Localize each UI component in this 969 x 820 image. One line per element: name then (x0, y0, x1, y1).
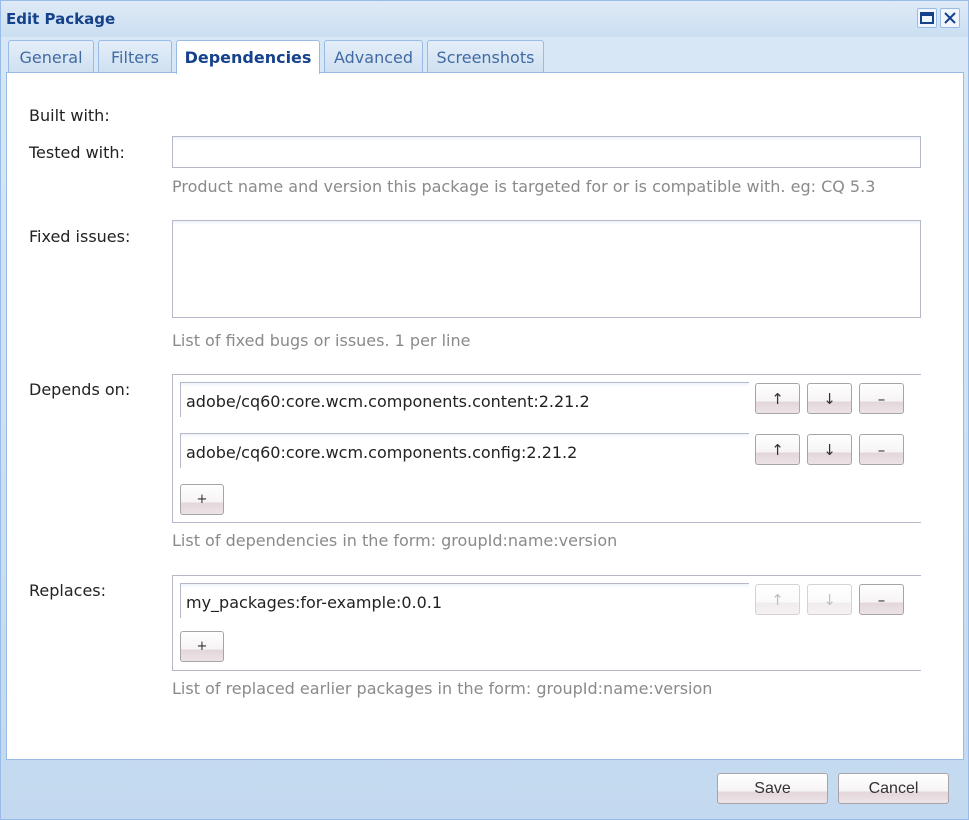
tested-with-input[interactable] (172, 136, 921, 168)
cancel-button[interactable]: Cancel (838, 773, 949, 804)
remove-item-button[interactable]: – (859, 383, 904, 414)
dependencies-panel: Built with: Tested with: Product name an… (6, 72, 964, 760)
replaces-label: Replaces: (29, 581, 107, 600)
move-up-button[interactable]: ↑ (755, 383, 800, 414)
tab-strip: General Filters Dependencies Advanced Sc… (6, 37, 964, 74)
tab-screenshots[interactable]: Screenshots (427, 40, 544, 73)
move-down-button[interactable]: ↓ (807, 383, 852, 414)
add-replacement-button[interactable]: + (180, 631, 224, 662)
move-up-button[interactable]: ↑ (755, 434, 800, 465)
dialog-titlebar[interactable]: Edit Package (1, 1, 968, 37)
tab-general[interactable]: General (8, 40, 94, 73)
fixed-issues-textarea[interactable] (172, 220, 921, 318)
save-button[interactable]: Save (717, 773, 828, 804)
tested-with-label: Tested with: (29, 143, 125, 162)
tab-filters[interactable]: Filters (98, 40, 172, 73)
remove-item-button[interactable]: – (859, 584, 904, 615)
replaces-item-input[interactable]: my_packages:for-example:0.0.1 (180, 583, 749, 618)
depends-on-label: Depends on: (29, 380, 131, 399)
depends-on-item-input[interactable]: adobe/cq60:core.wcm.components.config:2.… (180, 433, 749, 468)
replaces-hint: List of replaced earlier packages in the… (172, 679, 713, 698)
close-button[interactable] (940, 8, 960, 28)
remove-item-button[interactable]: – (859, 434, 904, 465)
tested-with-hint: Product name and version this package is… (172, 177, 876, 196)
edit-package-dialog: Edit Package General Filters Dependencie… (0, 0, 969, 820)
move-up-button[interactable]: ↑ (755, 584, 800, 615)
tab-advanced[interactable]: Advanced (324, 40, 423, 73)
maximize-button[interactable] (917, 8, 937, 28)
replaces-multifield: my_packages:for-example:0.0.1 ↑ ↓ – + (172, 575, 921, 671)
depends-on-hint: List of dependencies in the form: groupI… (172, 531, 618, 550)
depends-on-multifield: adobe/cq60:core.wcm.components.content:2… (172, 374, 921, 523)
dialog-title: Edit Package (6, 10, 116, 28)
fixed-issues-hint: List of fixed bugs or issues. 1 per line (172, 331, 471, 350)
tab-dependencies[interactable]: Dependencies (176, 40, 320, 74)
maximize-icon (920, 12, 934, 24)
add-dependency-button[interactable]: + (180, 484, 224, 515)
close-icon (944, 12, 956, 24)
move-down-button[interactable]: ↓ (807, 584, 852, 615)
fixed-issues-label: Fixed issues: (29, 227, 131, 246)
move-down-button[interactable]: ↓ (807, 434, 852, 465)
built-with-label: Built with: (29, 106, 110, 125)
depends-on-item-input[interactable]: adobe/cq60:core.wcm.components.content:2… (180, 382, 749, 417)
